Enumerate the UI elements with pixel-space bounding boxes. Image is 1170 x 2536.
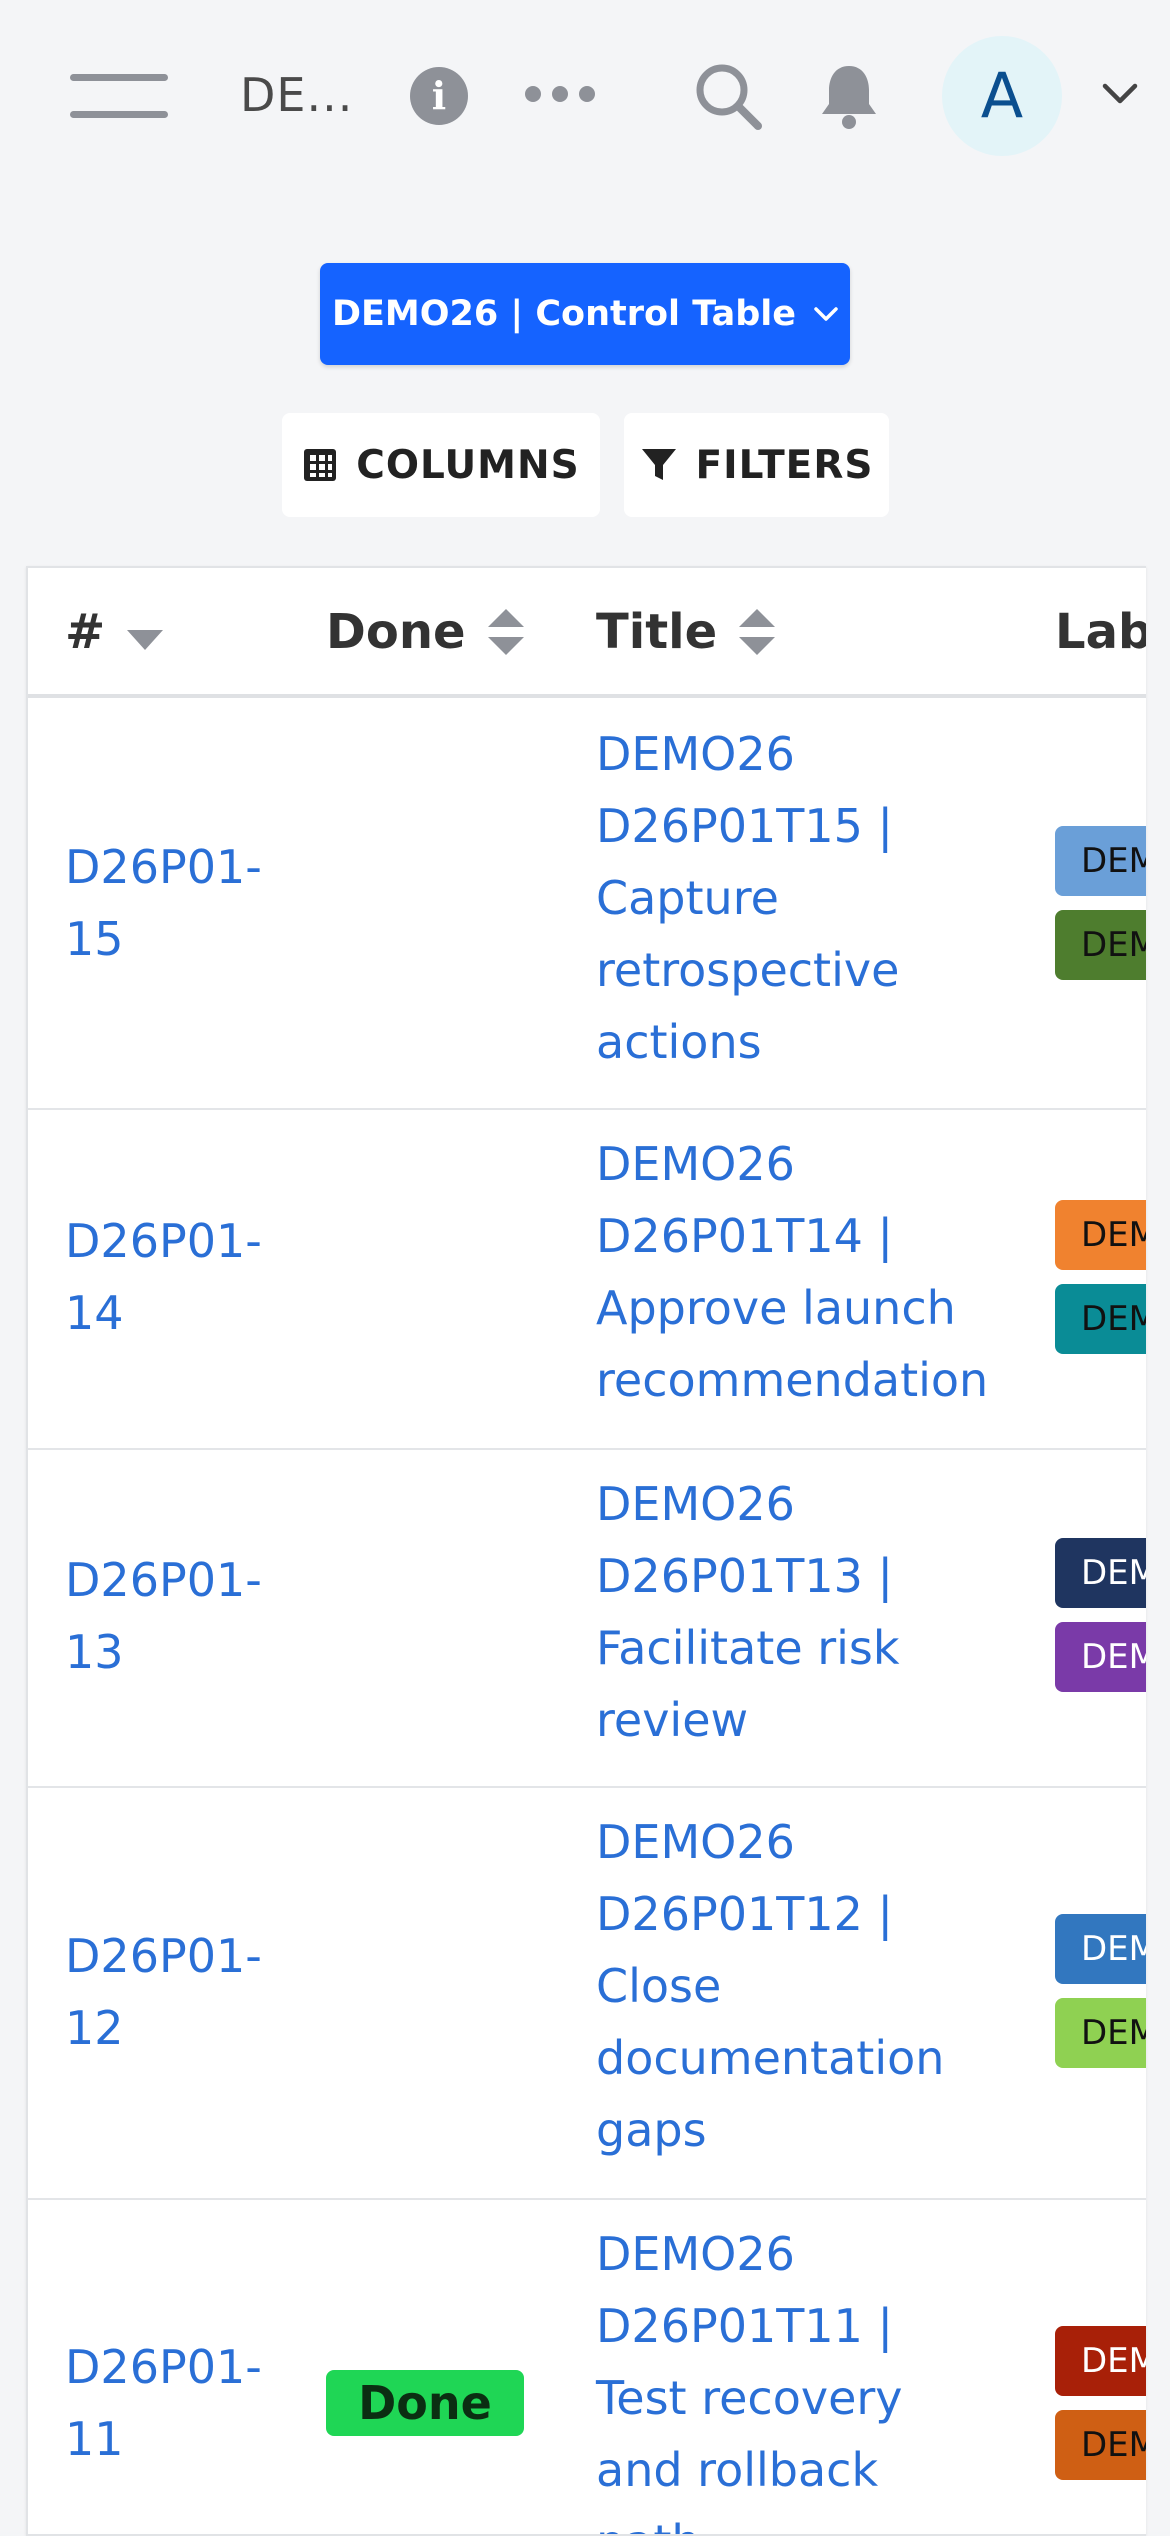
label-badge[interactable]: DEM (1055, 1538, 1146, 1608)
label-badge[interactable]: DEM (1055, 1200, 1146, 1270)
issue-title-text: DEMO26 (596, 727, 795, 781)
column-header-label: Labe (1055, 604, 1146, 660)
label-badge[interactable]: DEM (1055, 1914, 1146, 1984)
issue-id-text: 12 (65, 2001, 124, 2055)
grid-icon (304, 449, 337, 481)
issue-title-text: D26P01T12 | (596, 1887, 893, 1941)
issue-title-text: DEMO26 (596, 2227, 795, 2281)
issue-title-text: Close (596, 1959, 722, 2013)
issue-title-text: Approve launch (596, 1281, 956, 1335)
column-header-labels[interactable]: Labe (1055, 604, 1146, 660)
issue-title-text: actions (596, 1015, 762, 1069)
issue-title-text: D26P01T15 | (596, 799, 893, 853)
label-badge[interactable]: DEM (1055, 1284, 1146, 1354)
chevron-down-icon[interactable] (1102, 82, 1138, 106)
issue-title-text: DEMO26 (596, 1137, 795, 1191)
issue-title-text: DEMO26 (596, 1477, 795, 1531)
filters-button[interactable]: FILTERS (624, 413, 889, 517)
issue-title-text: Capture (596, 871, 779, 925)
table-row[interactable]: D26P01- 15 DEMO26 D26P01T15 | Capture re… (28, 698, 1146, 1110)
issue-title-text: Facilitate risk (596, 1621, 900, 1675)
column-header-label: Done (326, 604, 466, 660)
column-header-label: Title (596, 604, 718, 660)
issue-id-text: D26P01- (65, 1553, 262, 1607)
issue-title-link[interactable]: DEMO26 D26P01T12 | Close documentation g… (596, 1806, 1016, 2166)
chevron-down-icon (814, 307, 838, 321)
issue-title-text: D26P01T11 | (596, 2299, 893, 2353)
menu-icon[interactable] (70, 74, 168, 118)
issue-title-link[interactable]: DEMO26 D26P01T15 | Capture retrospective… (596, 718, 1016, 1078)
column-header-done[interactable]: Done (326, 604, 526, 660)
sort-descending-icon (127, 630, 164, 650)
top-bar: DE... i A (0, 0, 1170, 190)
issue-title-text: D26P01T14 | (596, 1209, 893, 1263)
user-avatar[interactable]: A (942, 36, 1062, 156)
issue-id-text: 14 (65, 1286, 124, 1340)
issue-id-text: D26P01- (65, 2340, 262, 2394)
table-row[interactable]: D26P01- 11 Done DEMO26 D26P01T11 | Test … (28, 2198, 1146, 2534)
column-header-number[interactable]: # (65, 604, 165, 660)
columns-label: COLUMNS (356, 442, 580, 488)
issue-id-text: 11 (65, 2412, 124, 2466)
board-selector-label: DEMO26 | Control Table (331, 294, 797, 334)
filters-label: FILTERS (695, 442, 874, 488)
project-name[interactable]: DE... (240, 68, 353, 122)
issue-id-link[interactable]: D26P01- 12 (65, 1920, 262, 2064)
issue-id-text: 15 (65, 912, 124, 966)
table-header: # Done Title Labe (28, 568, 1146, 698)
issue-id-text: 13 (65, 1625, 124, 1679)
issue-title-text: Test recovery (596, 2371, 903, 2425)
label-badge[interactable]: DEM (1055, 2326, 1146, 2396)
issue-id-link[interactable]: D26P01- 15 (65, 831, 262, 975)
table-row[interactable]: D26P01- 14 DEMO26 D26P01T14 | Approve la… (28, 1108, 1146, 1450)
info-icon[interactable]: i (410, 67, 468, 125)
issue-title-link[interactable]: DEMO26 D26P01T14 | Approve launch recomm… (596, 1128, 1056, 1416)
done-status-badge: Done (326, 2370, 524, 2436)
label-badge[interactable]: DEM (1055, 1998, 1146, 2068)
data-table: # Done Title Labe D26P01- 15 DEMO26 D26P… (26, 566, 1146, 2536)
label-badge[interactable]: DEM (1055, 826, 1146, 896)
issue-title-text: gaps (596, 2103, 707, 2157)
issue-id-text: D26P01- (65, 1929, 262, 1983)
issue-title-text: retrospective (596, 943, 900, 997)
issue-id-link[interactable]: D26P01- 11 (65, 2331, 262, 2475)
issue-title-text: review (596, 1693, 749, 1747)
issue-title-link[interactable]: DEMO26 D26P01T13 | Facilitate risk revie… (596, 1468, 1016, 1756)
board-selector-button[interactable]: DEMO26 | Control Table (320, 263, 850, 365)
issue-id-link[interactable]: D26P01- 13 (65, 1544, 262, 1688)
notifications-bell-icon[interactable] (818, 62, 880, 130)
issue-title-text: recommendation (596, 1353, 989, 1407)
column-header-label: # (65, 604, 106, 660)
issue-id-text: D26P01- (65, 1214, 262, 1268)
search-icon[interactable] (692, 60, 764, 132)
columns-button[interactable]: COLUMNS (282, 413, 600, 517)
filter-funnel-icon (641, 449, 676, 480)
more-options-icon[interactable] (525, 78, 595, 108)
issue-title-text: documentation (596, 2031, 945, 2085)
issue-title-text: D26P01T13 | (596, 1549, 893, 1603)
label-badge[interactable]: DEM (1055, 1622, 1146, 1692)
issue-title-text: DEMO26 (596, 1815, 795, 1869)
column-header-title[interactable]: Title (596, 604, 777, 660)
sort-icon (739, 609, 776, 655)
issue-id-link[interactable]: D26P01- 14 (65, 1205, 262, 1349)
issue-id-text: D26P01- (65, 840, 262, 894)
label-badge[interactable]: DEM (1055, 2410, 1146, 2480)
issue-title-text: and rollback (596, 2443, 879, 2497)
issue-title-link[interactable]: DEMO26 D26P01T11 | Test recovery and rol… (596, 2218, 1016, 2534)
table-row[interactable]: D26P01- 12 DEMO26 D26P01T12 | Close docu… (28, 1786, 1146, 2200)
sort-icon (487, 609, 524, 655)
label-badge[interactable]: DEM (1055, 910, 1146, 980)
table-row[interactable]: D26P01- 13 DEMO26 D26P01T13 | Facilitate… (28, 1448, 1146, 1788)
